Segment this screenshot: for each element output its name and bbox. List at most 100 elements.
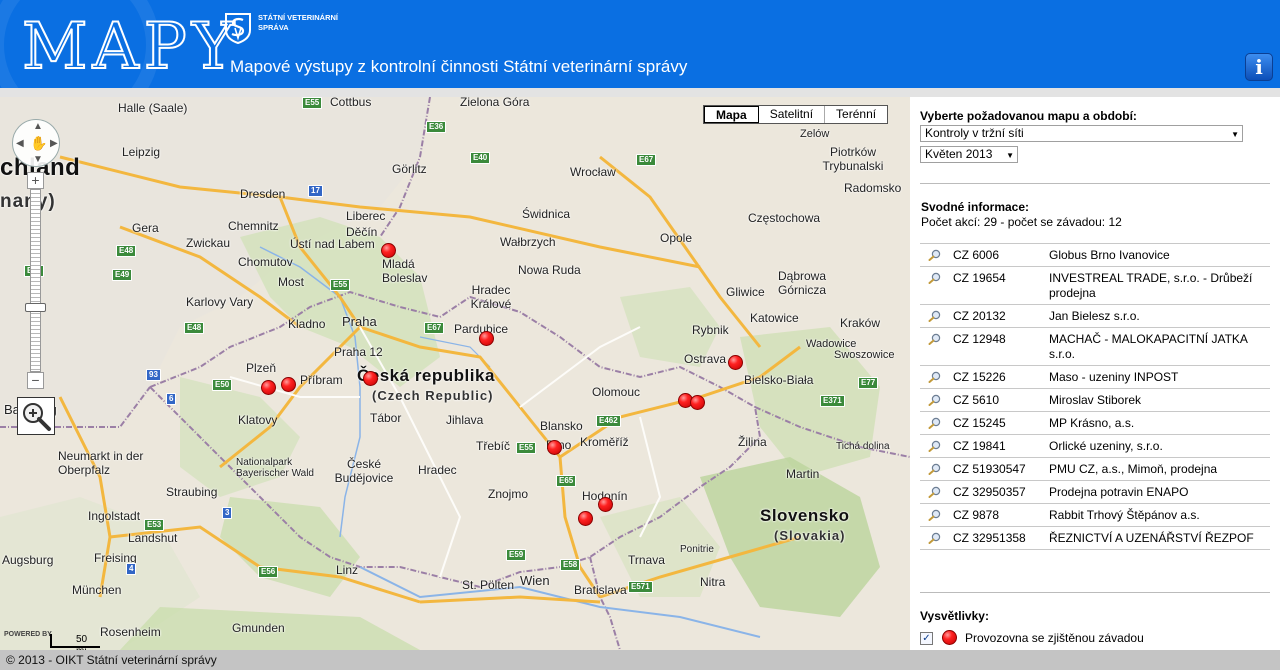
- app-logo: MAPY: [21, 10, 240, 84]
- road-shield: E55: [516, 442, 537, 454]
- road-shield: E65: [556, 475, 577, 487]
- result-row[interactable]: CZ 6006 Globus Brno Ivanovice: [920, 243, 1270, 266]
- search-icon[interactable]: [928, 463, 942, 475]
- result-code: CZ 19841: [953, 439, 1006, 453]
- map-type-satellite-button[interactable]: Satelitní: [758, 106, 826, 123]
- map-city: Ponitrie: [680, 544, 714, 555]
- inspection-marker[interactable]: [728, 355, 743, 370]
- map-canvas[interactable]: chland nany) Česká republika (Czech Repu…: [0, 97, 910, 650]
- inspection-marker[interactable]: [381, 243, 396, 258]
- result-row[interactable]: CZ 19654 INVESTREAL TRADE, s.r.o. - Drůbe…: [920, 266, 1270, 304]
- search-icon[interactable]: [928, 440, 942, 452]
- result-name: Prodejna potravin ENAPO: [1049, 485, 1189, 499]
- inspection-marker[interactable]: [281, 377, 296, 392]
- period-select-value: Květen 2013: [925, 147, 993, 161]
- zoom-slider-handle[interactable]: [25, 303, 46, 312]
- map-city: Zielona Góra: [460, 97, 530, 109]
- result-code: CZ 5610: [953, 393, 1000, 407]
- search-icon[interactable]: [928, 310, 942, 322]
- zoom-slider[interactable]: [30, 189, 41, 372]
- result-row[interactable]: CZ 19841 Orlické uzeniny, s.r.o.: [920, 434, 1270, 457]
- result-row[interactable]: CZ 12948 MACHAČ - MALOKAPACITNÍ JATKA s.r…: [920, 327, 1270, 365]
- search-icon[interactable]: [928, 333, 942, 345]
- result-row[interactable]: CZ 15245 MP Krásno, a.s.: [920, 411, 1270, 434]
- zoom-in-icon[interactable]: +: [27, 172, 44, 189]
- result-code: CZ 32951358: [953, 531, 1026, 545]
- road-shield: E77: [858, 377, 879, 389]
- result-name: Globus Brno Ivanovice: [1049, 248, 1170, 262]
- result-code: CZ 6006: [953, 248, 1000, 262]
- map-city: Wien: [520, 573, 550, 588]
- chevron-down-icon: ▼: [1006, 151, 1014, 160]
- map-label-slovakia: Slovensko: [760, 506, 850, 525]
- result-name: ŘEZNICTVÍ A UZENÁŘSTVÍ ŘEZPOF: [1049, 531, 1254, 545]
- result-name: Maso - uzeniny INPOST: [1049, 370, 1179, 384]
- result-code: CZ 20132: [953, 309, 1006, 323]
- road-shield: E571: [628, 581, 653, 593]
- map-city: Nowa Ruda: [518, 263, 581, 277]
- period-select-dropdown[interactable]: Květen 2013 ▼: [920, 146, 1018, 163]
- scale-bar: 50 mi: [50, 634, 100, 650]
- road-shield: 3: [222, 507, 233, 519]
- map-city: Praha: [342, 314, 377, 329]
- map-city: Hradec: [418, 463, 457, 477]
- map-city: Kladno: [288, 317, 326, 331]
- inspection-marker[interactable]: [479, 331, 494, 346]
- result-row[interactable]: CZ 5610 Miroslav Stiborek: [920, 388, 1270, 411]
- map-type-map-button[interactable]: Mapa: [704, 106, 759, 123]
- map-select-title: Vyberte požadovanou mapu a období:: [920, 109, 1137, 123]
- search-icon[interactable]: [928, 509, 942, 521]
- map-select-dropdown[interactable]: Kontroly v tržní síti ▼: [920, 125, 1243, 142]
- map-city: Chomutov: [238, 255, 293, 269]
- map-type-terrain-button[interactable]: Terénní: [825, 106, 888, 123]
- inspection-marker[interactable]: [261, 380, 276, 395]
- magnifier-icon[interactable]: [17, 397, 55, 435]
- result-row[interactable]: CZ 32951358 ŘEZNICTVÍ A UZENÁŘSTVÍ ŘEZPOF: [920, 526, 1270, 550]
- search-icon[interactable]: [928, 532, 942, 544]
- zoom-out-icon[interactable]: −: [27, 372, 44, 389]
- inspection-marker[interactable]: [363, 371, 378, 386]
- map-city: Nationalpark Bayerischer Wald: [236, 457, 314, 479]
- search-icon[interactable]: [928, 486, 942, 498]
- road-shield: E58: [560, 559, 581, 571]
- map-city: Straubing: [166, 485, 218, 499]
- search-icon[interactable]: [928, 417, 942, 429]
- result-row[interactable]: CZ 51930547 PMU CZ, a.s., Mimoň, prodejna: [920, 457, 1270, 480]
- road-shield: 6: [166, 393, 177, 405]
- map-city: Tichá dolina: [836, 441, 890, 452]
- result-row[interactable]: CZ 15226 Maso - uzeniny INPOST: [920, 365, 1270, 388]
- inspection-marker[interactable]: [598, 497, 613, 512]
- road-shield: E53: [144, 519, 165, 531]
- search-icon[interactable]: [928, 371, 942, 383]
- info-button[interactable]: i: [1245, 53, 1273, 81]
- pan-icon[interactable]: ▲ ▼ ◀ ▶ ✋: [12, 119, 60, 167]
- road-shield: E56: [258, 566, 279, 578]
- result-row[interactable]: CZ 20132 Jan Bielesz s.r.o.: [920, 304, 1270, 327]
- map-city: Świdnica: [522, 207, 571, 221]
- map-city: Most: [278, 275, 305, 289]
- result-name: Orlické uzeniny, s.r.o.: [1049, 439, 1163, 453]
- side-panel: Vyberte požadovanou mapu a období: Kontr…: [910, 97, 1280, 650]
- map-city: Ústí nad Labem: [290, 237, 375, 251]
- map-city: Rybnik: [692, 323, 729, 337]
- search-icon[interactable]: [928, 394, 942, 406]
- map-city: Wałbrzych: [500, 235, 556, 249]
- map-city: Częstochowa: [748, 211, 821, 225]
- result-name: INVESTREAL TRADE, s.r.o. - Drůbeží prode…: [1049, 271, 1253, 300]
- result-code: CZ 15226: [953, 370, 1006, 384]
- result-row[interactable]: CZ 32950357 Prodejna potravin ENAPO: [920, 480, 1270, 503]
- road-shield: E59: [506, 549, 527, 561]
- map-city: Leipzig: [122, 145, 161, 159]
- map-city: Dresden: [240, 187, 286, 201]
- inspection-marker[interactable]: [578, 511, 593, 526]
- map-city: Kroměříž: [580, 435, 629, 449]
- map-city: Mladá Boleslav: [382, 257, 428, 285]
- search-icon[interactable]: [928, 272, 942, 284]
- inspection-marker[interactable]: [547, 440, 562, 455]
- inspection-marker[interactable]: [690, 395, 705, 410]
- result-row[interactable]: CZ 9878 Rabbit Trhový Štěpánov a.s.: [920, 503, 1270, 526]
- road-shield: E55: [330, 279, 351, 291]
- search-icon[interactable]: [928, 249, 942, 261]
- legend-checkbox[interactable]: ✓: [920, 632, 933, 645]
- map-city: Gera: [132, 221, 159, 235]
